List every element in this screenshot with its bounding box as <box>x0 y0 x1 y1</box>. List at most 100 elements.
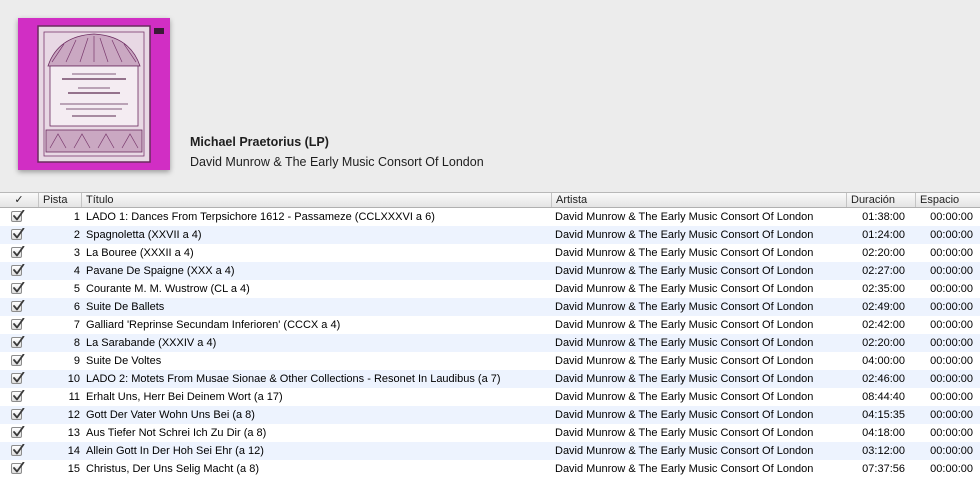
column-header-title[interactable]: Título <box>81 193 551 207</box>
track-duration: 01:38:00 <box>862 211 905 223</box>
track-checkbox[interactable] <box>11 462 25 476</box>
track-checkbox[interactable] <box>11 282 25 296</box>
table-row[interactable]: 5 Courante M. M. Wustrow (CL a 4) David Mu… <box>0 280 980 298</box>
column-header-space[interactable]: Espacio <box>915 193 980 207</box>
track-title: Suite De Ballets <box>86 301 165 313</box>
track-checkbox[interactable] <box>11 210 25 224</box>
track-artist: David Munrow & The Early Music Consort O… <box>555 409 814 421</box>
table-header: ✓ Pista Título Artista Duración Espacio <box>0 192 980 208</box>
checkmark-icon <box>13 462 25 473</box>
checkmark-icon <box>13 300 25 311</box>
track-title: Aus Tiefer Not Schrei Ich Zu Dir (a 8) <box>86 427 267 439</box>
track-number: 1 <box>73 211 80 223</box>
track-artist: David Munrow & The Early Music Consort O… <box>555 247 814 259</box>
table-row[interactable]: 10 LADO 2: Motets From Musae Sionae & Oth… <box>0 370 980 388</box>
checkbox[interactable] <box>11 408 25 420</box>
track-space: 00:00:00 <box>930 355 973 367</box>
track-checkbox[interactable] <box>11 228 25 242</box>
checkbox[interactable] <box>11 354 25 366</box>
track-checkbox[interactable] <box>11 354 25 368</box>
table-row[interactable]: 1 LADO 1: Dances From Terpsichore 1612 - … <box>0 208 980 226</box>
track-title: Suite De Voltes <box>86 355 162 367</box>
track-title: Erhalt Uns, Herr Bei Deinem Wort (a 17) <box>86 391 283 403</box>
checkmark-icon <box>13 318 25 329</box>
checkbox[interactable] <box>11 426 25 438</box>
track-checkbox[interactable] <box>11 372 25 386</box>
track-duration: 07:37:56 <box>862 463 905 475</box>
table-row[interactable]: 4 Pavane De Spaigne (XXX a 4) David Munrow… <box>0 262 980 280</box>
table-row[interactable]: 6 Suite De Ballets David Munrow & The Earl… <box>0 298 980 316</box>
column-header-duration[interactable]: Duración <box>846 193 915 207</box>
track-duration: 08:44:40 <box>862 391 905 403</box>
track-checkbox[interactable] <box>11 246 25 260</box>
table-row[interactable]: 9 Suite De Voltes David Munrow & The Early… <box>0 352 980 370</box>
track-checkbox[interactable] <box>11 300 25 314</box>
checkbox[interactable] <box>11 282 25 294</box>
track-duration: 02:49:00 <box>862 301 905 313</box>
track-number: 7 <box>73 319 80 331</box>
checkbox[interactable] <box>11 264 25 276</box>
track-checkbox[interactable] <box>11 336 25 350</box>
track-checkbox[interactable] <box>11 264 25 278</box>
checkbox[interactable] <box>11 246 25 258</box>
table-row[interactable]: 3 La Bouree (XXXII a 4) David Munrow & The… <box>0 244 980 262</box>
checkmark-icon <box>13 264 25 275</box>
track-number: 5 <box>73 283 80 295</box>
checkmark-icon <box>13 426 25 437</box>
track-title: Galliard 'Reprinse Secundam Inferioren' … <box>86 319 341 331</box>
track-checkbox[interactable] <box>11 444 25 458</box>
checkbox[interactable] <box>11 444 25 456</box>
track-title: Allein Gott In Der Hoh Sei Ehr (a 12) <box>86 445 264 457</box>
checkbox[interactable] <box>11 390 25 402</box>
track-checkbox[interactable] <box>11 426 25 440</box>
checkbox[interactable] <box>11 372 25 384</box>
column-header-artist[interactable]: Artista <box>551 193 846 207</box>
track-number: 3 <box>73 247 80 259</box>
track-artist: David Munrow & The Early Music Consort O… <box>555 319 814 331</box>
track-artist: David Munrow & The Early Music Consort O… <box>555 355 814 367</box>
column-header-check[interactable]: ✓ <box>0 193 38 207</box>
track-title: LADO 2: Motets From Musae Sionae & Other… <box>86 373 501 385</box>
checkbox[interactable] <box>11 300 25 312</box>
track-space: 00:00:00 <box>930 301 973 313</box>
table-row[interactable]: 12 Gott Der Vater Wohn Uns Bei (a 8) David… <box>0 406 980 424</box>
track-title: Courante M. M. Wustrow (CL a 4) <box>86 283 250 295</box>
table-row[interactable]: 11 Erhalt Uns, Herr Bei Deinem Wort (a 17… <box>0 388 980 406</box>
track-title: Christus, Der Uns Selig Macht (a 8) <box>86 463 259 475</box>
track-space: 00:00:00 <box>930 391 973 403</box>
checkmark-icon <box>13 282 25 293</box>
album-cover-art <box>18 18 170 170</box>
table-row[interactable]: 2 Spagnoletta (XXVII a 4) David Munrow & T… <box>0 226 980 244</box>
album-cover[interactable] <box>18 18 170 170</box>
track-space: 00:00:00 <box>930 265 973 277</box>
track-title: LADO 1: Dances From Terpsichore 1612 - P… <box>86 211 435 223</box>
track-number: 11 <box>68 391 80 403</box>
track-title: La Bouree (XXXII a 4) <box>86 247 194 259</box>
table-row[interactable]: 7 Galliard 'Reprinse Secundam Inferioren'… <box>0 316 980 334</box>
checkbox[interactable] <box>11 336 25 348</box>
track-artist: David Munrow & The Early Music Consort O… <box>555 427 814 439</box>
table-row[interactable]: 8 La Sarabande (XXXIV a 4) David Munrow & … <box>0 334 980 352</box>
track-checkbox[interactable] <box>11 318 25 332</box>
column-header-track[interactable]: Pista <box>38 193 81 207</box>
track-number: 6 <box>73 301 80 313</box>
track-artist: David Munrow & The Early Music Consort O… <box>555 373 814 385</box>
checkmark-icon <box>13 390 25 401</box>
track-artist: David Munrow & The Early Music Consort O… <box>555 463 814 475</box>
track-artist: David Munrow & The Early Music Consort O… <box>555 391 814 403</box>
track-checkbox[interactable] <box>11 408 25 422</box>
table-row[interactable]: 14 Allein Gott In Der Hoh Sei Ehr (a 12) D… <box>0 442 980 460</box>
table-row[interactable]: 15 Christus, Der Uns Selig Macht (a 8) Dav… <box>0 460 980 478</box>
checkbox[interactable] <box>11 210 25 222</box>
checkbox[interactable] <box>11 462 25 474</box>
track-number: 8 <box>73 337 80 349</box>
track-duration: 04:00:00 <box>862 355 905 367</box>
track-number: 9 <box>73 355 80 367</box>
track-checkbox[interactable] <box>11 390 25 404</box>
track-artist: David Munrow & The Early Music Consort O… <box>555 283 814 295</box>
track-space: 00:00:00 <box>930 463 973 475</box>
track-space: 00:00:00 <box>930 427 973 439</box>
checkbox[interactable] <box>11 318 25 330</box>
checkbox[interactable] <box>11 228 25 240</box>
table-row[interactable]: 13 Aus Tiefer Not Schrei Ich Zu Dir (a 8)… <box>0 424 980 442</box>
